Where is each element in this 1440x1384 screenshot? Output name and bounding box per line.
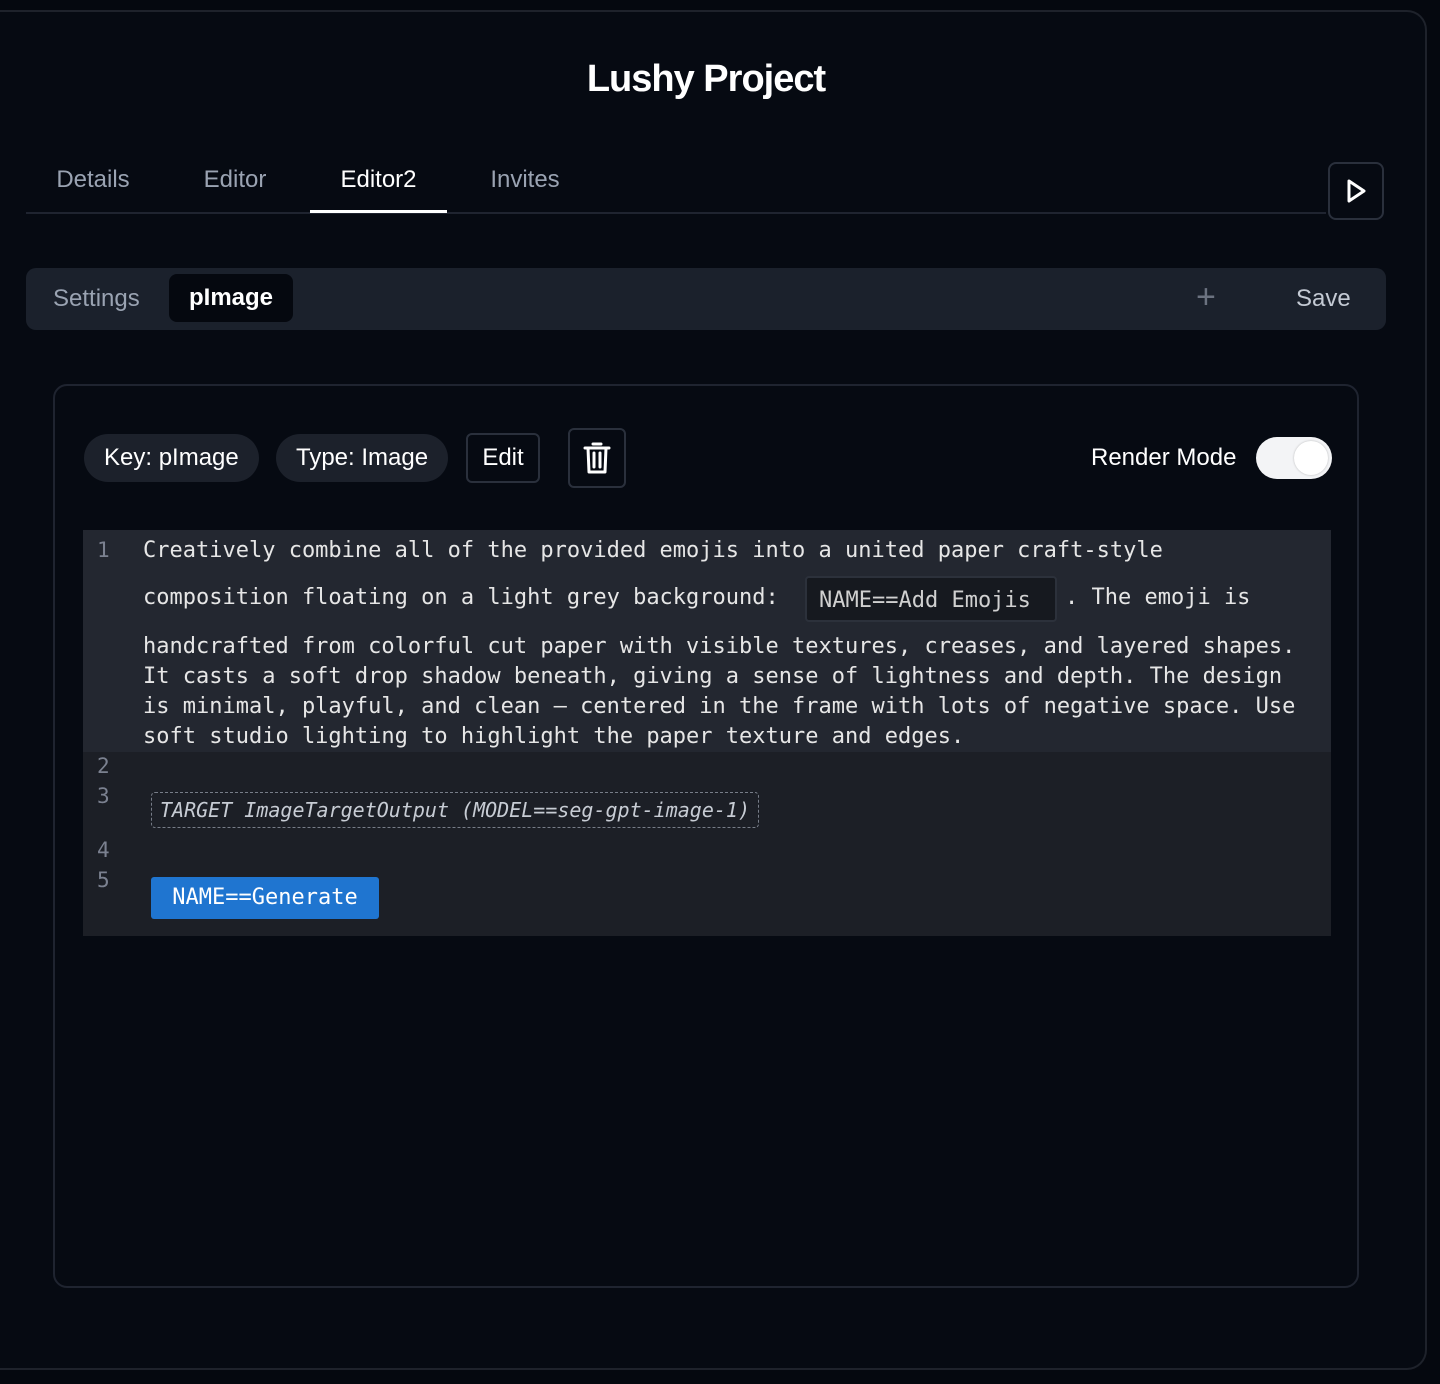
line-number: 4 xyxy=(97,838,110,862)
tab-editor[interactable]: Editor xyxy=(174,150,296,212)
edit-button[interactable]: Edit xyxy=(466,433,540,483)
play-icon xyxy=(1347,179,1366,203)
render-mode-label: Render Mode xyxy=(1091,444,1237,471)
code-line-text: soft studio lighting to highlight the pa… xyxy=(143,724,965,749)
type-badge: Type: Image xyxy=(276,434,449,482)
code-line-text: composition floating on a light grey bac… xyxy=(143,585,779,610)
target-output-chip[interactable]: TARGET ImageTargetOutput (MODEL==seg-gpt… xyxy=(151,792,760,828)
line-number: 5 xyxy=(97,868,110,892)
tab-details[interactable]: Details xyxy=(26,150,160,212)
block-card: Key: pImage Type: Image Edit Render Mode… xyxy=(53,384,1359,1288)
tab-invites[interactable]: Invites xyxy=(462,150,588,212)
code-line-text: is minimal, playful, and clean — centere… xyxy=(143,694,1296,719)
add-block-button[interactable]: + xyxy=(1196,268,1216,330)
tab-editor2[interactable]: Editor2 xyxy=(310,150,447,213)
key-badge: Key: pImage xyxy=(84,434,259,482)
main-tabs: Details Editor Editor2 Invites xyxy=(26,150,1326,214)
line-number: 1 xyxy=(97,538,110,562)
sub-toolbar: Settings pImage + Save xyxy=(26,268,1386,330)
code-editor[interactable]: 1 2 3 4 5 Creatively combine all of the … xyxy=(83,530,1331,936)
delete-button[interactable] xyxy=(568,428,626,488)
render-mode-toggle[interactable] xyxy=(1256,437,1332,479)
code-line-text: It casts a soft drop shadow beneath, giv… xyxy=(143,664,1283,689)
run-button[interactable] xyxy=(1328,162,1384,220)
generate-button[interactable]: NAME==Generate xyxy=(151,877,379,919)
line-number: 3 xyxy=(97,784,110,808)
save-button[interactable]: Save xyxy=(1296,268,1351,330)
page-title: Lushy Project xyxy=(586,58,826,100)
code-line-text: Creatively combine all of the provided e… xyxy=(143,538,1163,563)
subtab-pimage[interactable]: pImage xyxy=(169,274,294,322)
code-line-text: handcrafted from colorful cut paper with… xyxy=(143,634,1296,659)
code-line-text: . The emoji is xyxy=(1065,585,1251,610)
toggle-knob xyxy=(1294,441,1328,475)
line-number: 2 xyxy=(97,754,110,778)
trash-icon xyxy=(583,442,611,474)
subtab-settings[interactable]: Settings xyxy=(53,268,140,330)
add-emojis-input[interactable]: NAME==Add Emojis xyxy=(805,576,1057,622)
